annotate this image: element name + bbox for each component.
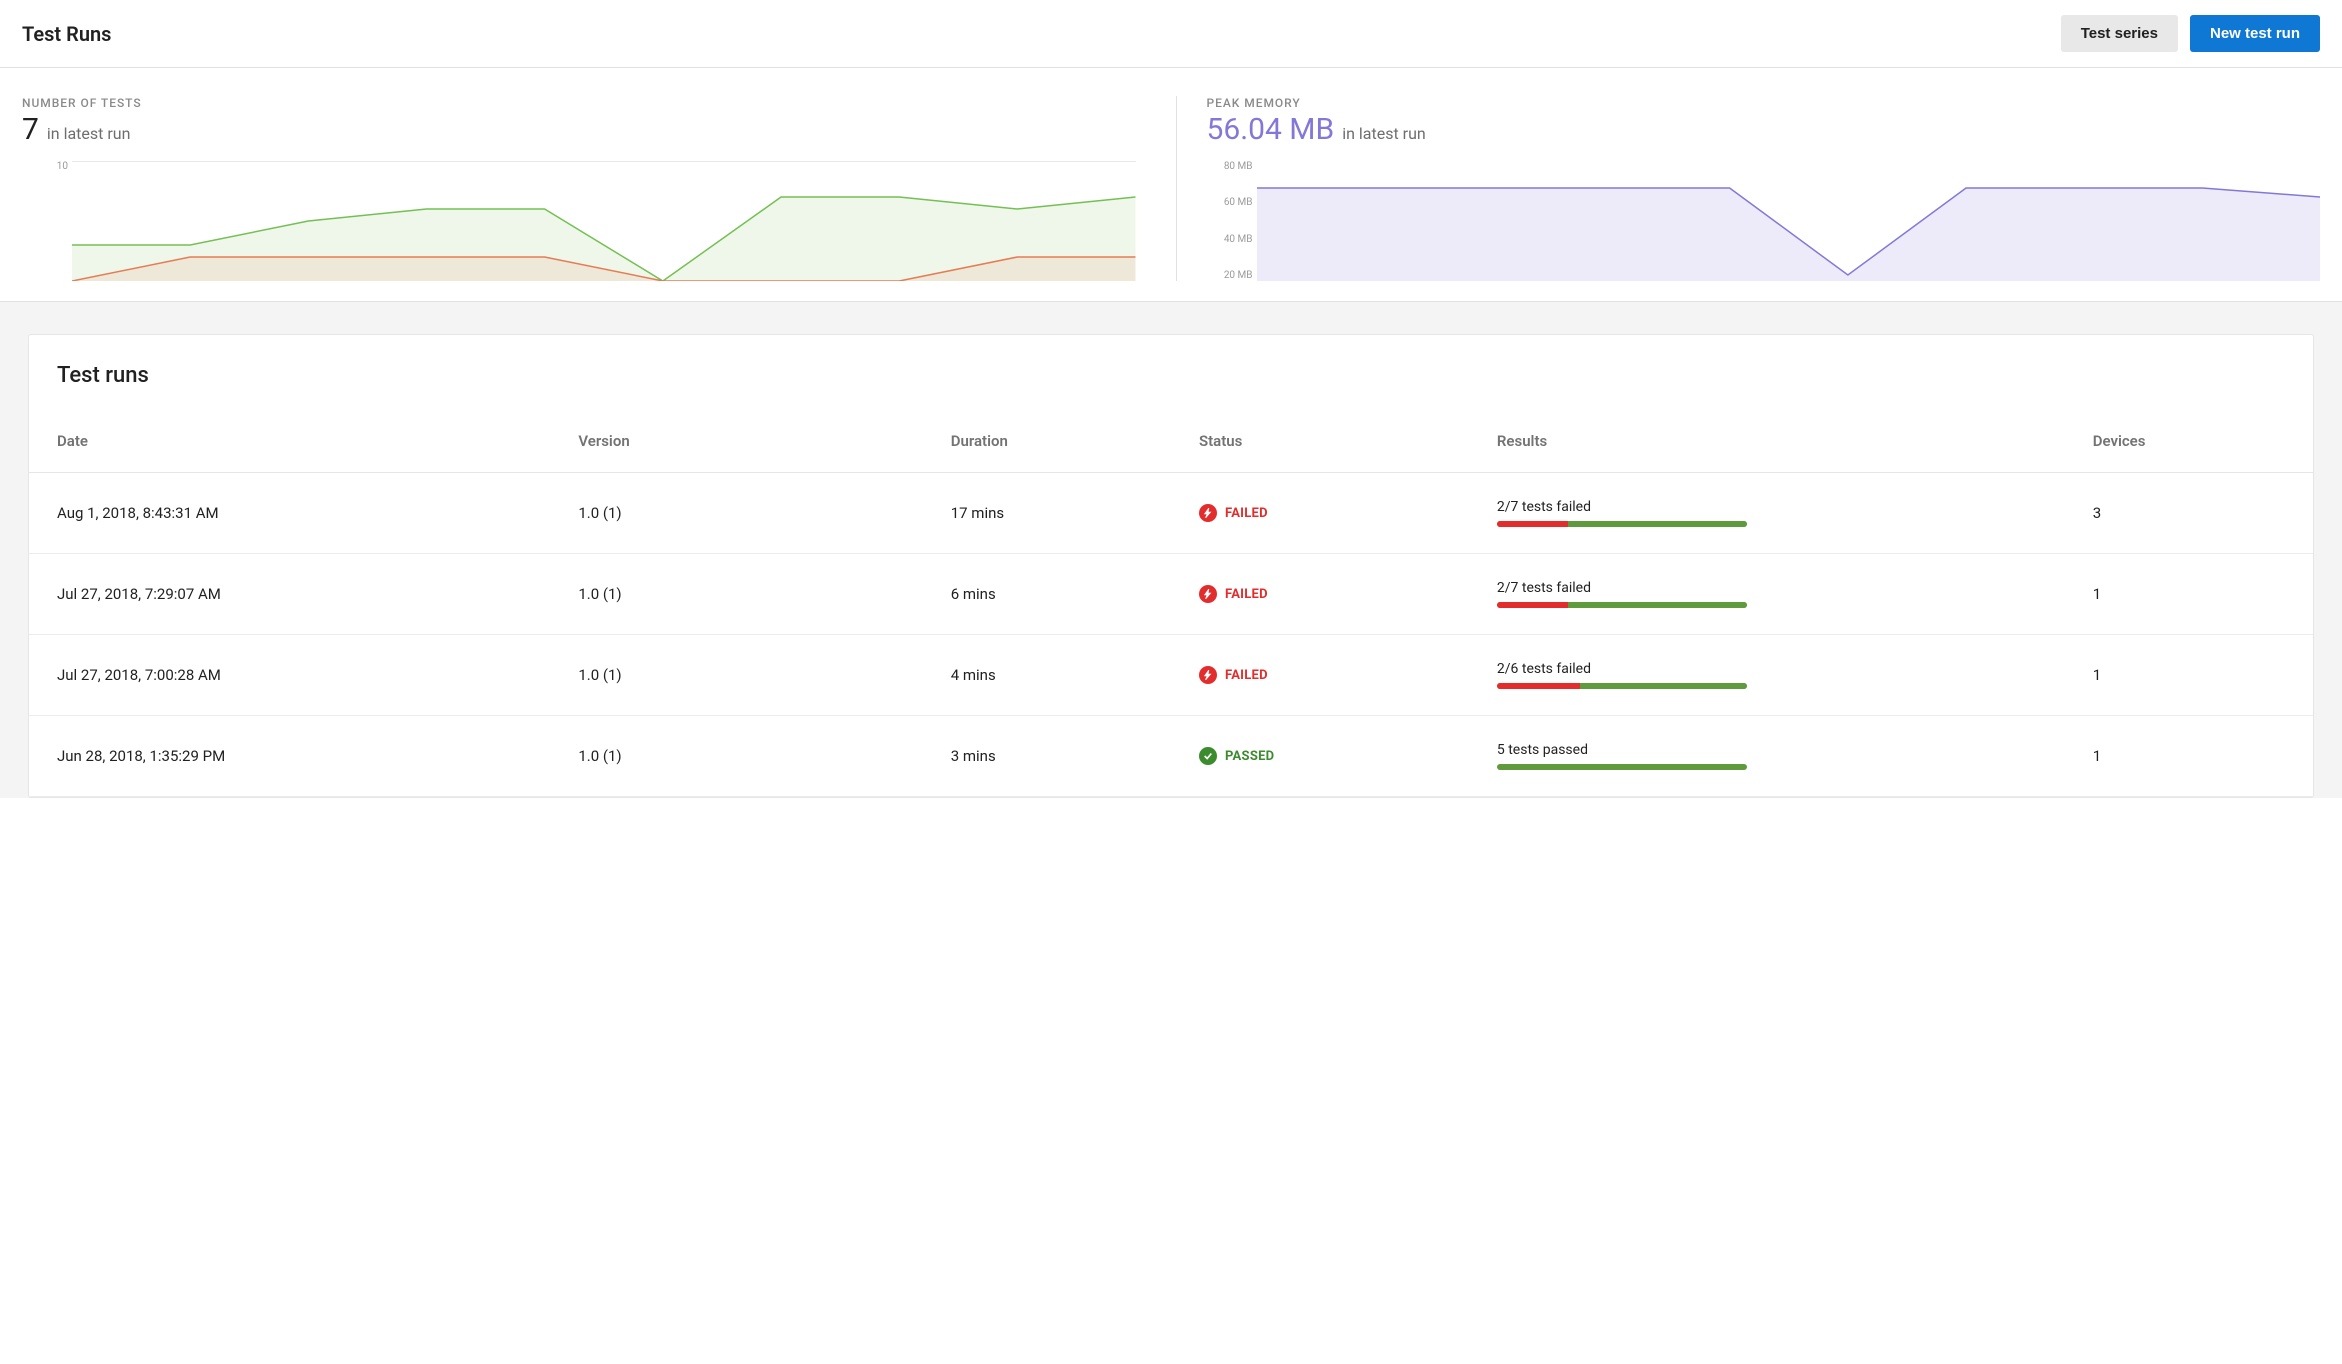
memory-chart-value: 56.04 MB xyxy=(1207,112,1335,147)
results-bar xyxy=(1497,764,1747,770)
table-row[interactable]: Aug 1, 2018, 8:43:31 AM1.0 (1)17 mins FAI… xyxy=(29,473,2313,554)
status-badge: FAILED xyxy=(1199,504,1441,522)
test-series-button[interactable]: Test series xyxy=(2061,15,2178,52)
table-row[interactable]: Jun 28, 2018, 1:35:29 PM1.0 (1)3 mins PAS… xyxy=(29,716,2313,797)
tests-chart-svg xyxy=(72,161,1136,281)
results-text: 2/7 tests failed xyxy=(1497,580,2037,596)
status-badge: PASSED xyxy=(1199,747,1441,765)
cell-duration: 17 mins xyxy=(923,473,1171,554)
cell-devices: 3 xyxy=(2065,473,2313,554)
table-header-row: Date Version Duration Status Results Dev… xyxy=(29,418,2313,473)
status-text: PASSED xyxy=(1225,749,1274,764)
check-icon xyxy=(1199,747,1217,765)
cell-version: 1.0 (1) xyxy=(550,473,922,554)
results-text: 2/6 tests failed xyxy=(1497,661,2037,677)
tests-chart-gridline xyxy=(72,161,1136,162)
table-row[interactable]: Jul 27, 2018, 7:00:28 AM1.0 (1)4 mins FAI… xyxy=(29,635,2313,716)
col-status-header: Status xyxy=(1171,418,1469,473)
col-date-header: Date xyxy=(29,418,550,473)
cell-results: 5 tests passed xyxy=(1469,716,2065,797)
tests-chart-value: 7 xyxy=(22,112,39,147)
tests-chart-panel: NUMBER OF TESTS 7 in latest run 10 xyxy=(22,96,1176,281)
cell-version: 1.0 (1) xyxy=(550,716,922,797)
cell-date: Jul 27, 2018, 7:29:07 AM xyxy=(29,554,550,635)
memory-chart-y-tick: 40 MB xyxy=(1207,234,1253,245)
memory-chart-body: 80 MB 60 MB 40 MB 20 MB xyxy=(1207,161,2321,281)
cell-devices: 1 xyxy=(2065,635,2313,716)
memory-chart-y-tick: 20 MB xyxy=(1207,270,1253,281)
tests-chart-y-axis: 10 xyxy=(22,161,68,281)
status-text: FAILED xyxy=(1225,506,1268,521)
cell-duration: 3 mins xyxy=(923,716,1171,797)
results-bar xyxy=(1497,683,1747,689)
col-results-header: Results xyxy=(1469,418,2065,473)
cell-results: 2/7 tests failed xyxy=(1469,473,2065,554)
bolt-icon xyxy=(1199,666,1217,684)
memory-chart-sub: in latest run xyxy=(1342,124,1426,143)
memory-chart-caption: PEAK MEMORY xyxy=(1207,96,2321,110)
cell-duration: 6 mins xyxy=(923,554,1171,635)
cell-status: FAILED xyxy=(1171,635,1469,716)
cell-date: Jun 28, 2018, 1:35:29 PM xyxy=(29,716,550,797)
status-text: FAILED xyxy=(1225,668,1268,683)
runs-title: Test runs xyxy=(29,355,2313,418)
runs-wrapper: Test runs Date Version Duration Status R… xyxy=(0,302,2342,798)
cell-duration: 4 mins xyxy=(923,635,1171,716)
status-badge: FAILED xyxy=(1199,585,1441,603)
cell-results: 2/6 tests failed xyxy=(1469,635,2065,716)
tests-chart-plot xyxy=(72,161,1136,281)
col-devices-header: Devices xyxy=(2065,418,2313,473)
cell-date: Aug 1, 2018, 8:43:31 AM xyxy=(29,473,550,554)
charts-section: NUMBER OF TESTS 7 in latest run 10 PEAK … xyxy=(0,68,2342,302)
cell-results: 2/7 tests failed xyxy=(1469,554,2065,635)
cell-date: Jul 27, 2018, 7:00:28 AM xyxy=(29,635,550,716)
cell-status: FAILED xyxy=(1171,473,1469,554)
table-row[interactable]: Jul 27, 2018, 7:29:07 AM1.0 (1)6 mins FAI… xyxy=(29,554,2313,635)
tests-chart-caption: NUMBER OF TESTS xyxy=(22,96,1136,110)
memory-chart-y-tick: 80 MB xyxy=(1207,161,1253,172)
new-test-run-button[interactable]: New test run xyxy=(2190,15,2320,52)
memory-chart-headline: 56.04 MB in latest run xyxy=(1207,112,2321,147)
bolt-icon xyxy=(1199,585,1217,603)
tests-chart-y-tick: 10 xyxy=(22,161,68,172)
bolt-icon xyxy=(1199,504,1217,522)
col-duration-header: Duration xyxy=(923,418,1171,473)
results-bar xyxy=(1497,602,1747,608)
top-bar: Test Runs Test series New test run xyxy=(0,0,2342,68)
results-text: 5 tests passed xyxy=(1497,742,2037,758)
memory-chart-y-tick: 60 MB xyxy=(1207,197,1253,208)
cell-version: 1.0 (1) xyxy=(550,635,922,716)
col-version-header: Version xyxy=(550,418,922,473)
results-bar xyxy=(1497,521,1747,527)
memory-chart-y-axis: 80 MB 60 MB 40 MB 20 MB xyxy=(1207,161,1253,281)
cell-devices: 1 xyxy=(2065,716,2313,797)
status-badge: FAILED xyxy=(1199,666,1441,684)
runs-card: Test runs Date Version Duration Status R… xyxy=(28,334,2314,798)
cell-status: PASSED xyxy=(1171,716,1469,797)
top-bar-actions: Test series New test run xyxy=(2061,15,2320,52)
tests-chart-headline: 7 in latest run xyxy=(22,112,1136,147)
cell-version: 1.0 (1) xyxy=(550,554,922,635)
status-text: FAILED xyxy=(1225,587,1268,602)
memory-chart-plot xyxy=(1257,161,2321,281)
memory-chart-svg xyxy=(1257,161,2321,281)
tests-chart-sub: in latest run xyxy=(47,124,131,143)
page-title: Test Runs xyxy=(22,22,111,46)
cell-status: FAILED xyxy=(1171,554,1469,635)
memory-chart-panel: PEAK MEMORY 56.04 MB in latest run 80 MB… xyxy=(1176,96,2321,281)
results-text: 2/7 tests failed xyxy=(1497,499,2037,515)
cell-devices: 1 xyxy=(2065,554,2313,635)
tests-chart-body: 10 xyxy=(22,161,1136,281)
runs-table: Date Version Duration Status Results Dev… xyxy=(29,418,2313,797)
